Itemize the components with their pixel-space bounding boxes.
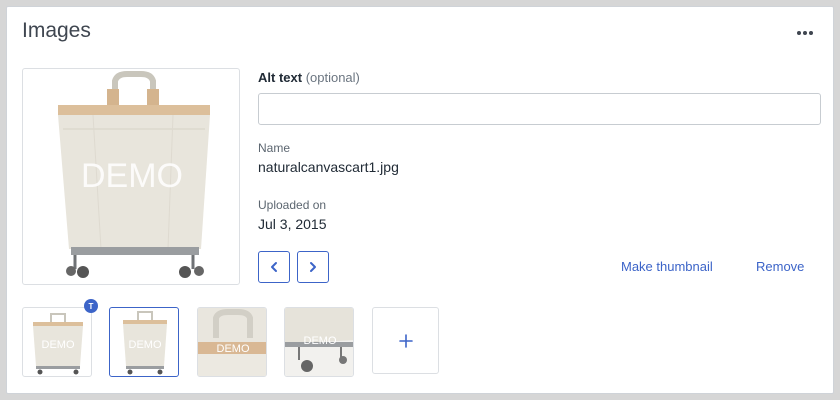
name-label: Name [258, 141, 291, 155]
uploaded-on-value: Jul 3, 2015 [258, 216, 327, 232]
more-icon-dot [809, 31, 813, 35]
alt-text-label-main: Alt text [258, 70, 303, 85]
add-image-button[interactable] [372, 307, 439, 374]
thumbnail-image: DEMO [123, 311, 167, 375]
thumbnail-1[interactable]: DEMO [22, 307, 92, 377]
name-value: naturalcanvascart1.jpg [258, 159, 399, 175]
remove-image-button[interactable]: Remove [756, 259, 804, 274]
thumbnail-badge: T [84, 299, 98, 313]
card-title: Images [22, 19, 91, 42]
chevron-right-icon [310, 262, 316, 272]
more-icon-dot [797, 31, 801, 35]
main-product-image: DEMO [22, 68, 240, 285]
alt-text-input[interactable] [258, 93, 821, 125]
thumbnail-watermark: DEMO [304, 335, 337, 347]
alt-text-label: Alt text (optional) [258, 70, 360, 85]
plus-icon [398, 333, 413, 348]
thumbnail-watermark: DEMO [42, 339, 75, 351]
thumbnail-image: DEMO [33, 313, 83, 375]
make-thumbnail-button[interactable]: Make thumbnail [621, 259, 713, 274]
thumbnail-image: DEMO [198, 308, 266, 376]
canvas-cart-image: DEMO [58, 71, 210, 278]
main-image-watermark: DEMO [81, 157, 183, 195]
more-icon-dot [803, 31, 807, 35]
thumbnail-image: DEMO [285, 308, 353, 376]
more-options-button[interactable] [791, 24, 819, 42]
next-image-button[interactable] [297, 251, 329, 283]
previous-image-button[interactable] [258, 251, 290, 283]
images-card: Images DEMO Alt text (optional) Name nat… [6, 6, 834, 394]
thumbnail-watermark: DEMO [129, 339, 162, 351]
thumbnail-4[interactable]: DEMO [284, 307, 354, 377]
thumbnail-watermark: DEMO [217, 343, 250, 355]
uploaded-on-label: Uploaded on [258, 198, 327, 212]
alt-text-optional-label: (optional) [305, 70, 360, 85]
thumbnail-2[interactable]: DEMO [109, 307, 179, 377]
chevron-left-icon [271, 262, 277, 272]
thumbnail-3[interactable]: DEMO [197, 307, 267, 377]
